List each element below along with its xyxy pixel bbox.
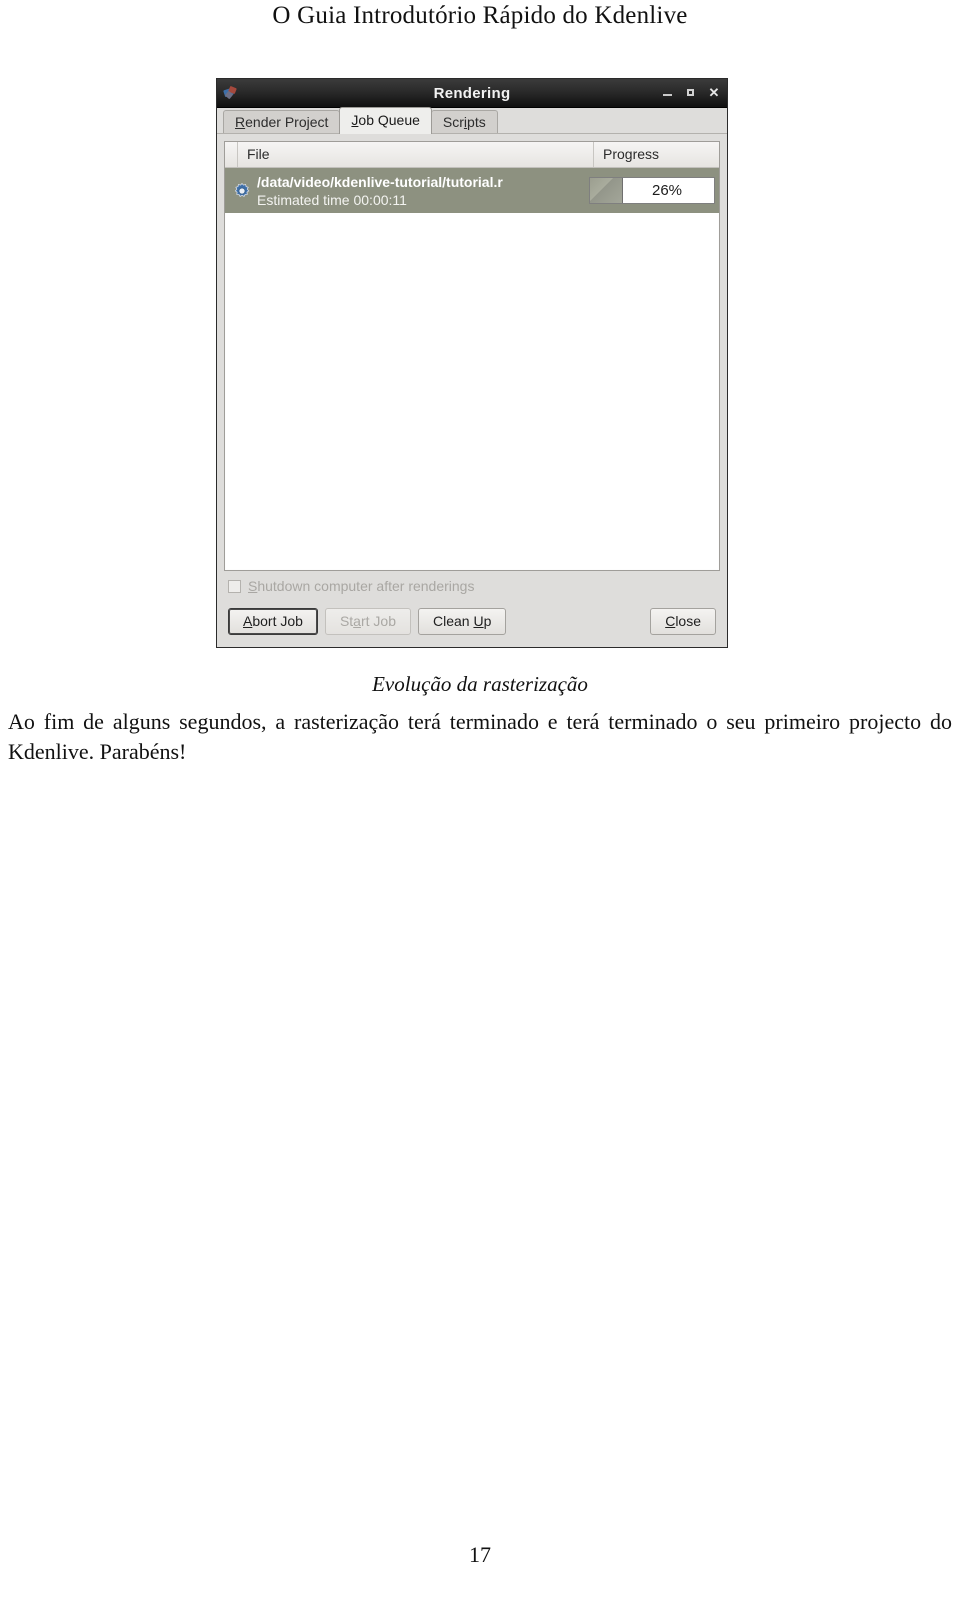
job-file-path: /data/video/kdenlive-tutorial/tutorial.r [257,173,503,190]
tab-scripts-label: pts [467,114,486,130]
shutdown-checkbox[interactable] [228,579,241,593]
tab-render-project-label: ender Project [245,114,329,130]
clean-up-accel: U [473,612,484,629]
start-job-button[interactable]: Start Job [324,607,411,635]
start-job-label: rt Job [360,612,396,629]
abort-job-button[interactable]: Abort Job [228,607,318,635]
close-icon[interactable]: ✕ [708,86,720,99]
maximize-icon[interactable] [685,87,697,99]
dialog-tabbar: Render Project Job Queue Scripts [217,107,727,134]
tab-render-project-accel: R [235,114,246,130]
page-number: 17 [469,1542,491,1567]
shutdown-label: Shutdown computer after renderings [248,578,474,594]
shutdown-label-accel: S [248,578,258,594]
column-header-progress[interactable]: Progress [593,142,719,167]
gear-icon [233,182,251,200]
column-header-file[interactable]: File [237,142,593,167]
job-estimated-time: Estimated time 00:00:11 [257,191,407,208]
abort-job-accel: A [243,612,253,629]
job-info: /data/video/kdenlive-tutorial/tutorial.r… [257,173,587,209]
figure-screenshot: Rendering ✕ Render Project Job Queue Scr… [216,78,728,648]
list-header: File Progress [225,142,719,168]
shutdown-option-row[interactable]: Shutdown computer after renderings [224,571,720,601]
close-button[interactable]: Close [650,607,716,635]
rendering-dialog: Rendering ✕ Render Project Job Queue Scr… [216,78,728,648]
clean-up-label: p [483,612,492,629]
dialog-titlebar[interactable]: Rendering ✕ [217,79,727,108]
tab-scripts-pre: Scr [442,114,464,130]
start-job-pre: St [339,612,354,629]
job-progress-cell: 26% [587,168,719,213]
kdenlive-icon [222,84,240,102]
figure-caption: Evolução da rasterização [372,672,588,696]
shutdown-label-text: hutdown computer after renderings [257,578,475,594]
start-job-accel: a [353,612,361,629]
body-paragraph: Ao fim de alguns segundos, a rasterizaçã… [8,709,952,764]
tab-job-queue[interactable]: Job Queue [339,107,432,134]
window-controls: ✕ [662,86,720,99]
clean-up-button[interactable]: Clean Up [417,607,507,635]
tab-job-queue-label: ob Queue [358,112,420,128]
table-row[interactable]: /data/video/kdenlive-tutorial/tutorial.r… [225,168,719,213]
tab-scripts[interactable]: Scripts [430,110,498,134]
close-button-label: lose [675,612,701,629]
abort-job-label: bort Job [252,612,303,629]
job-queue-list[interactable]: File Progress /data/video/kdenlive-tutor… [224,141,720,571]
progress-bar-label: 26% [651,182,683,199]
progress-bar: 26% [589,177,715,204]
tab-render-project[interactable]: Render Project [223,110,341,134]
clean-up-pre: Clean [432,612,474,629]
dialog-body: File Progress /data/video/kdenlive-tutor… [217,134,727,647]
minimize-icon[interactable] [662,87,674,99]
page-title: O Guia Introdutório Rápido do Kdenlive [272,2,688,29]
dialog-title: Rendering [433,84,511,102]
dialog-button-row: Abort Job Start Job Clean Up Close [224,601,720,647]
close-button-accel: C [665,612,676,629]
